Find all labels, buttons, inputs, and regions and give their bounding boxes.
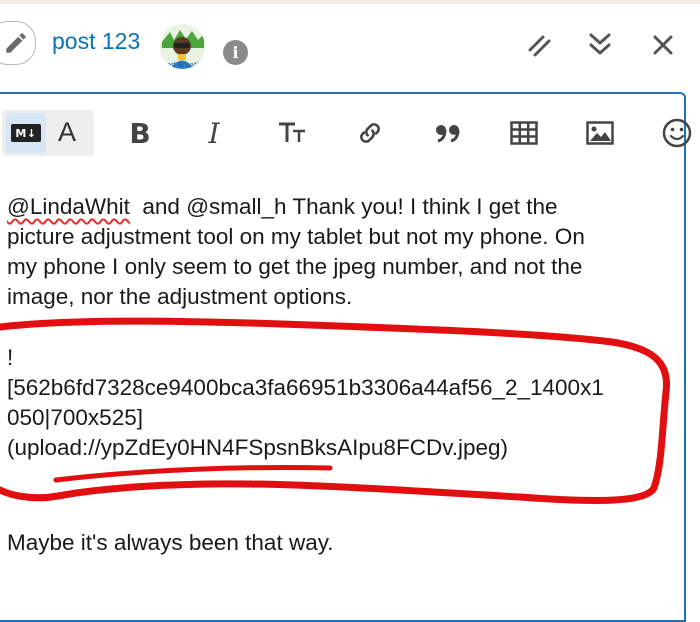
markdown-mode-button[interactable]: M↓ — [6, 113, 46, 153]
image-markdown-excl: ! — [7, 345, 14, 370]
emoji-button[interactable] — [660, 110, 700, 156]
text-line: @LindaWhit and @small_h Thank you! I thi… — [7, 192, 677, 222]
heading-button[interactable] — [272, 110, 312, 156]
markdown-richtext-toggle[interactable]: M↓ A — [2, 110, 94, 156]
link-button[interactable] — [352, 110, 388, 156]
quote-button[interactable] — [430, 110, 466, 156]
close-icon[interactable] — [648, 30, 678, 60]
emoji-icon — [662, 118, 692, 148]
text-line-4: image, nor the adjustment options. — [7, 284, 353, 309]
image-icon — [586, 121, 614, 145]
info-icon[interactable]: i — [223, 40, 248, 65]
bold-button[interactable]: B — [122, 110, 158, 156]
composer-text[interactable]: @LindaWhit and @small_h Thank you! I thi… — [7, 192, 677, 312]
composer-header: post 123 ed Breath i — [0, 4, 700, 88]
link-icon — [360, 123, 380, 143]
quote-icon — [436, 125, 460, 143]
image-markdown[interactable]: ! [562b6fd7328ce9400bca3fa66951b3306a44a… — [7, 343, 604, 463]
image-markdown-line-1: [562b6fd7328ce9400bca3fa66951b3306a44af5… — [7, 375, 604, 400]
text-line-2: picture adjustment tool on my tablet but… — [7, 224, 585, 249]
editor-toolbar: M↓ A B I — [0, 110, 700, 160]
avatar-image: ed Breath — [160, 24, 205, 69]
text-line-1-rest: and @small_h Thank you! I think I get th… — [129, 194, 558, 219]
avatar-caption: ed Breath — [167, 61, 201, 69]
table-button[interactable] — [506, 110, 542, 156]
bold-icon: B — [129, 116, 151, 150]
avatar[interactable]: ed Breath — [160, 24, 205, 69]
italic-icon: I — [208, 116, 220, 150]
table-icon — [510, 121, 538, 145]
post-title[interactable]: post 123 — [52, 28, 140, 55]
markdown-icon: M↓ — [11, 124, 41, 142]
heading-icon — [279, 122, 305, 142]
pencil-icon — [6, 33, 26, 53]
mention-lindawhit: @LindaWhit — [7, 194, 130, 219]
image-button[interactable] — [582, 110, 618, 156]
image-markdown-line-2: 050|700x525] — [7, 405, 143, 430]
collapse-diagonal-icon[interactable] — [525, 30, 555, 60]
image-markdown-line-3: (upload://ypZdEy0HN4FSpsnBksAIpu8FCDv.jp… — [7, 435, 509, 460]
italic-button[interactable]: I — [196, 110, 232, 156]
text-line-final: Maybe it's always been that way. — [7, 530, 334, 555]
edit-button[interactable] — [0, 21, 36, 65]
double-chevron-down-icon[interactable] — [585, 30, 615, 60]
text-line-3: my phone I only seem to get the jpeg num… — [7, 254, 583, 279]
rich-text-icon[interactable]: A — [58, 117, 76, 148]
